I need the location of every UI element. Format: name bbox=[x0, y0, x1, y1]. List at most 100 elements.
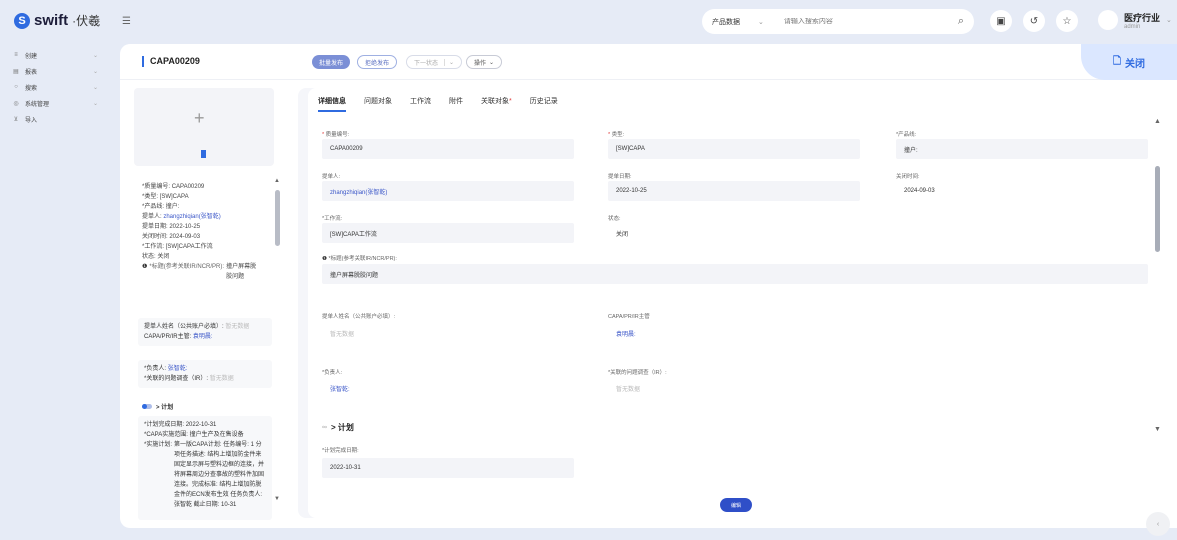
swift-logo-icon: S bbox=[14, 12, 30, 29]
plan-card: *计划完成日期: 2022-10-31 *CAPA实施范围: 撞户生产及在售设备… bbox=[138, 416, 272, 520]
workflow-field[interactable]: [SW]CAPA工作流 bbox=[322, 223, 574, 243]
tab-workflow[interactable]: 工作流 bbox=[410, 96, 431, 112]
submitter-link[interactable]: zhangzhiqian(张智乾) bbox=[163, 214, 220, 220]
plan-section-toggle[interactable]: > 计划 bbox=[142, 402, 173, 411]
sidebar-item-label: 导入 bbox=[25, 117, 38, 124]
owner-field[interactable]: 张智乾: bbox=[322, 378, 574, 398]
scroll-down-icon[interactable]: ▼ bbox=[274, 496, 280, 502]
user-name: admin bbox=[1124, 23, 1141, 30]
scroll-thumb[interactable] bbox=[1155, 166, 1160, 252]
sidebar-item-search[interactable]: ○ 搜索 ⌄ bbox=[0, 79, 120, 95]
section-label: > 计划 bbox=[331, 423, 354, 432]
summary-row: *质量编号: CAPA00209 bbox=[142, 184, 205, 190]
tab-details[interactable]: 详细信息 bbox=[318, 96, 346, 112]
collapse-panel-button[interactable]: ‹ bbox=[1146, 512, 1170, 536]
org-name: 医疗行业 bbox=[1124, 12, 1161, 23]
summary-row: *类型: [SW]CAPA bbox=[142, 194, 189, 200]
global-search: 产品数据 ⌄ ⌕ bbox=[702, 9, 974, 34]
avatar bbox=[1098, 10, 1118, 30]
scroll-down-icon[interactable]: ▼ bbox=[1154, 426, 1161, 433]
search-category-select[interactable]: 产品数据 bbox=[712, 17, 740, 27]
summary-row: *计划完成日期: 2022-10-31 bbox=[144, 422, 217, 428]
product-line-field[interactable]: 撞户: bbox=[896, 139, 1148, 159]
plan-date-field[interactable]: 2022-10-31 bbox=[322, 458, 574, 478]
chevron-left-icon: ‹ bbox=[1156, 520, 1160, 528]
image-upload[interactable]: + bbox=[134, 88, 274, 166]
submitter-card: 提单人姓名（公共账户必填）: 暂无数据 CAPA/PR/IR主管: 袁明晨: bbox=[138, 318, 272, 346]
summary-row: *产品线: 撞户: bbox=[142, 204, 180, 210]
report-icon: ▤ bbox=[13, 68, 19, 75]
operations-button[interactable]: 操作 ⌄ bbox=[466, 55, 503, 69]
plan-section-title: > 计划 bbox=[156, 405, 174, 411]
tab-history[interactable]: 历史记录 bbox=[530, 96, 558, 112]
close-time-field[interactable]: 2024-09-03 bbox=[896, 181, 1148, 201]
capa-manager-field[interactable]: 袁明晨: bbox=[608, 323, 860, 343]
field-label: * 质量编号: bbox=[322, 132, 350, 138]
scroll-up-icon[interactable]: ▲ bbox=[274, 178, 280, 184]
summary-row: *实施计划: 第一版CAPA计划: 任务编号: 1 分项任务描述: 结构上增加防金… bbox=[144, 442, 265, 508]
summary-row: 提单日期: 2022-10-25 bbox=[142, 224, 201, 230]
menu-icon[interactable]: ☰ bbox=[122, 16, 131, 27]
search-icon[interactable]: ⌕ bbox=[958, 15, 964, 28]
document-header: CAPA00209 批量发布 拒绝发布 下一状态 ⌄ 操作 ⌄ 🗋 关闭 bbox=[120, 44, 1177, 80]
sidebar-item-system[interactable]: ◎ 系统管理 ⌄ bbox=[0, 95, 120, 111]
chevron-down-icon[interactable]: ⌄ bbox=[758, 18, 764, 26]
summary-row: *工作流: [SW]CAPA工作流 bbox=[142, 244, 213, 250]
field-label: CAPA/PR/IR主管 bbox=[608, 314, 650, 320]
sidebar-item-import[interactable]: ⊻ 导入 bbox=[0, 111, 120, 127]
edit-button[interactable]: 编辑 bbox=[720, 498, 752, 512]
batch-publish-button[interactable]: 批量发布 bbox=[312, 55, 351, 69]
tab-attachments[interactable]: 附件 bbox=[449, 96, 463, 112]
summary-row: *负责人: 张智乾: bbox=[144, 366, 188, 372]
field-label: *计划完成日期: bbox=[322, 448, 359, 454]
tab-problem-objects[interactable]: 问题对象 bbox=[364, 96, 392, 112]
toggle-switch[interactable] bbox=[142, 404, 152, 409]
quality-number-field[interactable]: CAPA00209 bbox=[322, 139, 574, 159]
brand-sub: ·伏羲 bbox=[72, 14, 101, 28]
tab-related-objects[interactable]: 关联对象* bbox=[481, 96, 512, 112]
sidebar-item-label: 报表 bbox=[25, 69, 38, 76]
title-field[interactable]: 撞户屏幕脱胶问题 bbox=[322, 264, 1148, 284]
search-input[interactable] bbox=[783, 18, 924, 25]
submitter-name-field[interactable]: 暂无数据 bbox=[322, 323, 574, 343]
summary-scrollbar[interactable]: ▲ ▼ bbox=[274, 178, 282, 508]
chevron-down-icon: ⌄ bbox=[92, 68, 98, 75]
type-field[interactable]: [SW]CAPA bbox=[608, 139, 860, 159]
close-button[interactable]: 🗋 关闭 bbox=[1081, 44, 1177, 80]
operations-label: 操作 bbox=[474, 60, 487, 67]
top-bar: S swift ·伏羲 ☰ 产品数据 ⌄ ⌕ ▣ ↺ ☆ 医疗行业 admin … bbox=[0, 0, 1177, 44]
next-status-label: 下一状态 bbox=[414, 60, 439, 67]
info-icon: ❶ bbox=[142, 264, 148, 270]
detail-form: 详细信息 问题对象 工作流 附件 关联对象* 历史记录 * 质量编号: CAPA… bbox=[308, 88, 1161, 518]
page-title: CAPA00209 bbox=[142, 56, 200, 67]
sidebar-item-create[interactable]: ≡ 创建 ⌄ bbox=[0, 47, 120, 63]
history-icon[interactable]: ↺ bbox=[1023, 10, 1045, 32]
next-status-select[interactable]: 下一状态 ⌄ bbox=[406, 55, 462, 69]
field-label: * 类型: bbox=[608, 132, 625, 138]
related-ir-field[interactable]: 暂无数据 bbox=[608, 378, 860, 398]
info-icon: ❶ bbox=[322, 256, 327, 262]
settings-icon: ◎ bbox=[13, 100, 19, 107]
detail-panel: 详细信息 问题对象 工作流 附件 关联对象* 历史记录 * 质量编号: CAPA… bbox=[298, 88, 1161, 518]
sidebar-item-label: 创建 bbox=[25, 53, 38, 60]
reject-publish-button[interactable]: 拒绝发布 bbox=[357, 55, 398, 69]
submitter-field[interactable]: zhangzhiqian(张智乾) bbox=[322, 181, 574, 201]
scroll-up-icon[interactable]: ▲ bbox=[1154, 118, 1161, 125]
status-field[interactable]: 关闭 bbox=[608, 223, 860, 243]
detail-scrollbar[interactable]: ▲ ▼ bbox=[1153, 118, 1161, 518]
brand-logo[interactable]: S swift ·伏羲 bbox=[14, 12, 100, 29]
chevron-down-icon: ⌄ bbox=[92, 100, 98, 107]
sidebar-item-reports[interactable]: ▤ 报表 ⌄ bbox=[0, 63, 120, 79]
message-icon[interactable]: ▣ bbox=[990, 10, 1012, 32]
org-switcher[interactable]: 医疗行业 admin ⌄ bbox=[1098, 10, 1172, 30]
field-label: 关闭时间: bbox=[896, 174, 920, 180]
field-label: *工作流: bbox=[322, 216, 343, 222]
sidebar-item-label: 系统管理 bbox=[25, 101, 50, 108]
favorite-star-icon[interactable]: ☆ bbox=[1056, 10, 1078, 32]
scroll-thumb[interactable] bbox=[275, 190, 280, 246]
chevron-down-icon: ⌄ bbox=[489, 59, 495, 66]
plan-section-title[interactable]: ∞ > 计划 bbox=[322, 422, 354, 433]
submit-date-field[interactable]: 2022-10-25 bbox=[608, 181, 860, 201]
chevron-down-icon: ⌄ bbox=[443, 58, 454, 66]
summary-row: *CAPA实施范围: 撞户生产及在售设备 bbox=[144, 432, 244, 438]
